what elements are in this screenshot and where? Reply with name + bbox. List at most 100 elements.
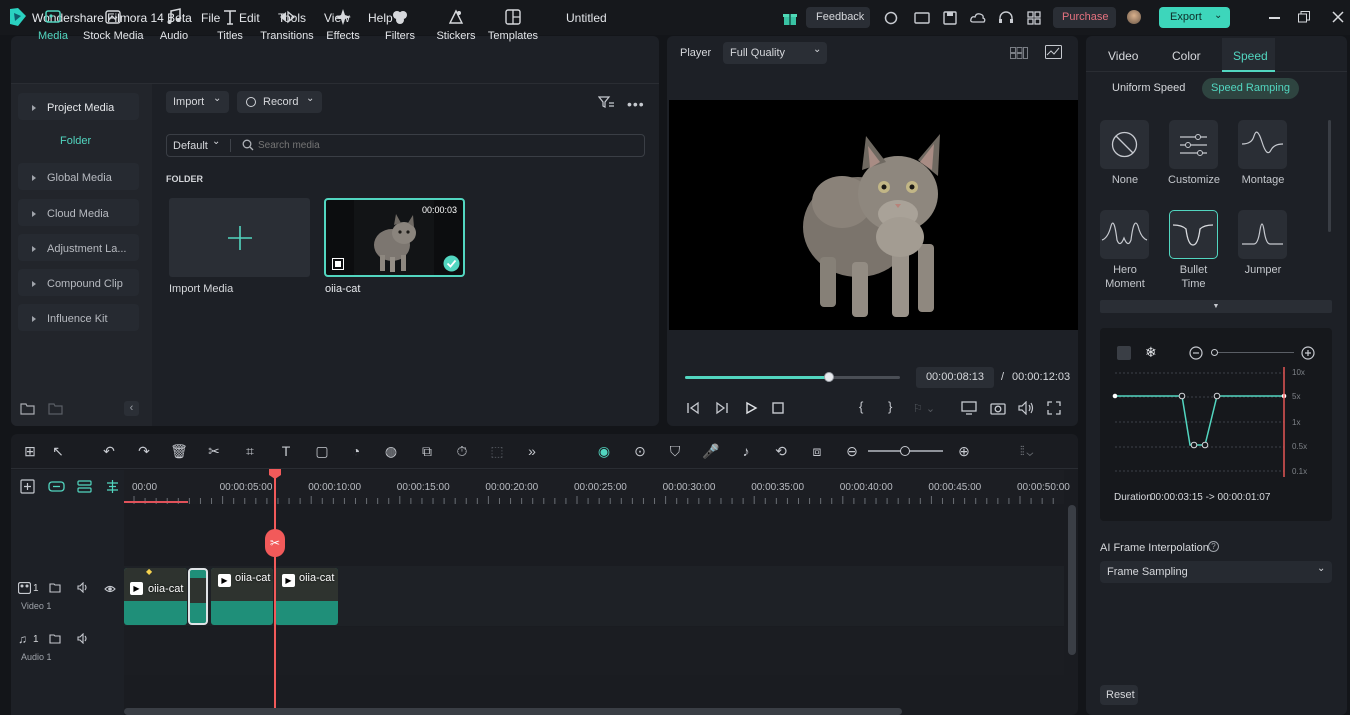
tab-stickers[interactable]: Stickers bbox=[426, 8, 486, 42]
preset-bullet-time[interactable] bbox=[1169, 210, 1218, 259]
magnet-snap-icon[interactable] bbox=[105, 479, 120, 497]
zoom-in-icon[interactable] bbox=[1301, 346, 1315, 363]
tab-speed[interactable]: Speed bbox=[1233, 49, 1268, 63]
curve-zoom-slider[interactable] bbox=[1211, 349, 1294, 356]
close-icon[interactable] bbox=[1332, 11, 1344, 23]
timeline-clip[interactable]: ▶ oiia-cat bbox=[211, 568, 273, 625]
horizontal-scrollbar[interactable] bbox=[124, 708, 902, 715]
shield-icon[interactable]: ⛉ bbox=[666, 443, 684, 461]
headset-icon[interactable] bbox=[997, 9, 1015, 27]
tab-audio[interactable]: Audio bbox=[144, 8, 204, 42]
save-icon[interactable] bbox=[941, 9, 959, 27]
zoom-in-icon[interactable]: ⊕ bbox=[955, 443, 973, 461]
split-scissors-icon[interactable]: ✂ bbox=[265, 529, 285, 557]
sort-dropdown[interactable]: Default ⌄ bbox=[167, 135, 229, 156]
text-icon[interactable]: T bbox=[277, 443, 295, 461]
expand-presets-bar[interactable]: ▼ bbox=[1100, 300, 1332, 313]
sidebar-item-adjustment-layer[interactable]: Adjustment La... bbox=[18, 234, 139, 261]
previous-frame-icon[interactable] bbox=[686, 401, 700, 418]
redo-icon[interactable]: ↷ bbox=[135, 443, 153, 461]
tab-color[interactable]: Color bbox=[1172, 49, 1201, 63]
filter-list-icon[interactable] bbox=[597, 95, 615, 112]
eye-icon[interactable] bbox=[104, 583, 116, 597]
stop-icon[interactable] bbox=[772, 402, 784, 417]
tab-stock-media[interactable]: Stock Media bbox=[83, 8, 144, 42]
record-circle-icon[interactable] bbox=[882, 9, 900, 27]
import-media-tile[interactable] bbox=[169, 198, 310, 277]
ai-icon[interactable]: ⧉ bbox=[418, 443, 436, 461]
search-input[interactable] bbox=[258, 137, 638, 154]
gift-icon[interactable] bbox=[781, 9, 799, 27]
collapse-sidebar-icon[interactable]: ‹ bbox=[124, 401, 139, 416]
timeline-clip[interactable]: ▶ oiia-cat ◆ bbox=[124, 568, 187, 625]
speaker-icon[interactable] bbox=[77, 581, 90, 596]
tab-titles[interactable]: Titles bbox=[200, 8, 260, 42]
sidebar-item-cloud-media[interactable]: Cloud Media bbox=[18, 199, 139, 226]
layout-grid-icon[interactable] bbox=[1010, 47, 1028, 62]
progress-knob[interactable] bbox=[824, 372, 835, 382]
record-button[interactable]: Record ⌄ bbox=[237, 91, 322, 113]
selected-clip[interactable] bbox=[188, 568, 208, 625]
frame-sampling-dropdown[interactable]: Frame Sampling ⌄ bbox=[1100, 561, 1332, 583]
info-icon[interactable]: ? bbox=[1208, 541, 1219, 552]
delete-icon[interactable]: 🗑 bbox=[170, 443, 188, 461]
color-icon[interactable]: ◍ bbox=[382, 443, 400, 461]
timeline-clip[interactable]: ▶ oiia-cat bbox=[275, 568, 338, 625]
track-manager-icon[interactable] bbox=[77, 479, 92, 497]
pip-icon[interactable]: ⧈ bbox=[808, 443, 826, 461]
audio-mix-icon[interactable]: ♪ bbox=[737, 443, 755, 461]
shape-icon[interactable]: ▢ bbox=[313, 443, 331, 461]
tab-media[interactable]: Media bbox=[23, 8, 83, 42]
volume-icon[interactable] bbox=[1018, 400, 1034, 418]
more-tools-icon[interactable]: » bbox=[523, 443, 541, 461]
tab-effects[interactable]: Effects bbox=[313, 8, 373, 42]
speed-icon[interactable]: ◔ bbox=[347, 443, 365, 461]
reset-button[interactable]: Reset bbox=[1100, 685, 1138, 705]
new-folder-icon[interactable] bbox=[20, 402, 35, 418]
preset-hero-moment[interactable] bbox=[1100, 210, 1149, 259]
display-icon[interactable] bbox=[961, 401, 977, 418]
auto-reframe-icon[interactable]: ⟲ bbox=[772, 443, 790, 461]
delete-point-icon[interactable] bbox=[1117, 346, 1131, 360]
add-track-icon[interactable] bbox=[20, 479, 35, 497]
zoom-out-icon[interactable]: ⊖ bbox=[843, 443, 861, 461]
tab-filters[interactable]: Filters bbox=[370, 8, 430, 42]
subtab-speed-ramping[interactable]: Speed Ramping bbox=[1202, 78, 1299, 99]
sidebar-item-influence-kit[interactable]: Influence Kit bbox=[18, 304, 139, 331]
preset-none[interactable] bbox=[1100, 120, 1149, 169]
zoom-slider[interactable] bbox=[868, 446, 943, 456]
folder-lock-icon[interactable] bbox=[49, 633, 61, 647]
select-tool-icon[interactable]: ↖ bbox=[49, 443, 67, 461]
minimize-icon[interactable] bbox=[1269, 17, 1280, 19]
monitor-icon[interactable] bbox=[913, 9, 931, 27]
preset-scrollbar[interactable] bbox=[1328, 120, 1331, 232]
vertical-scrollbar[interactable] bbox=[1068, 505, 1076, 655]
snapshot-icon[interactable] bbox=[990, 401, 1006, 418]
speaker-icon[interactable] bbox=[77, 632, 90, 647]
preset-montage[interactable] bbox=[1238, 120, 1287, 169]
feedback-button[interactable]: Feedback bbox=[806, 7, 870, 28]
freeze-icon[interactable]: ⬚ bbox=[488, 443, 506, 461]
mic-icon[interactable]: 🎤 bbox=[702, 443, 720, 461]
mark-out-icon[interactable]: } bbox=[888, 399, 892, 414]
sidebar-folder[interactable]: Folder bbox=[60, 135, 91, 147]
folder-icon[interactable] bbox=[48, 402, 63, 418]
link-clips-icon[interactable] bbox=[48, 479, 65, 497]
avatar[interactable] bbox=[1127, 10, 1141, 24]
purchase-button[interactable]: Purchase bbox=[1053, 7, 1116, 28]
play-icon[interactable] bbox=[744, 401, 758, 418]
export-button[interactable]: Export ⌄ bbox=[1159, 7, 1230, 28]
tab-templates[interactable]: Templates bbox=[483, 8, 543, 42]
grid-apps-icon[interactable] bbox=[1025, 9, 1043, 27]
restore-icon[interactable] bbox=[1298, 11, 1310, 23]
subtab-uniform-speed[interactable]: Uniform Speed bbox=[1112, 82, 1185, 94]
next-frame-icon[interactable] bbox=[715, 401, 729, 418]
sidebar-item-compound-clip[interactable]: Compound Clip bbox=[18, 269, 139, 296]
scope-icon[interactable] bbox=[1045, 45, 1062, 62]
preset-customize[interactable] bbox=[1169, 120, 1218, 169]
render-icon[interactable]: ⊙ bbox=[631, 443, 649, 461]
ai-mate-icon[interactable]: ◉ bbox=[595, 443, 613, 461]
folder-lock-icon[interactable] bbox=[49, 582, 61, 596]
track-height-icon[interactable]: ⦙⦙ ⌄ bbox=[1020, 443, 1034, 459]
sidebar-item-global-media[interactable]: Global Media bbox=[18, 163, 139, 190]
